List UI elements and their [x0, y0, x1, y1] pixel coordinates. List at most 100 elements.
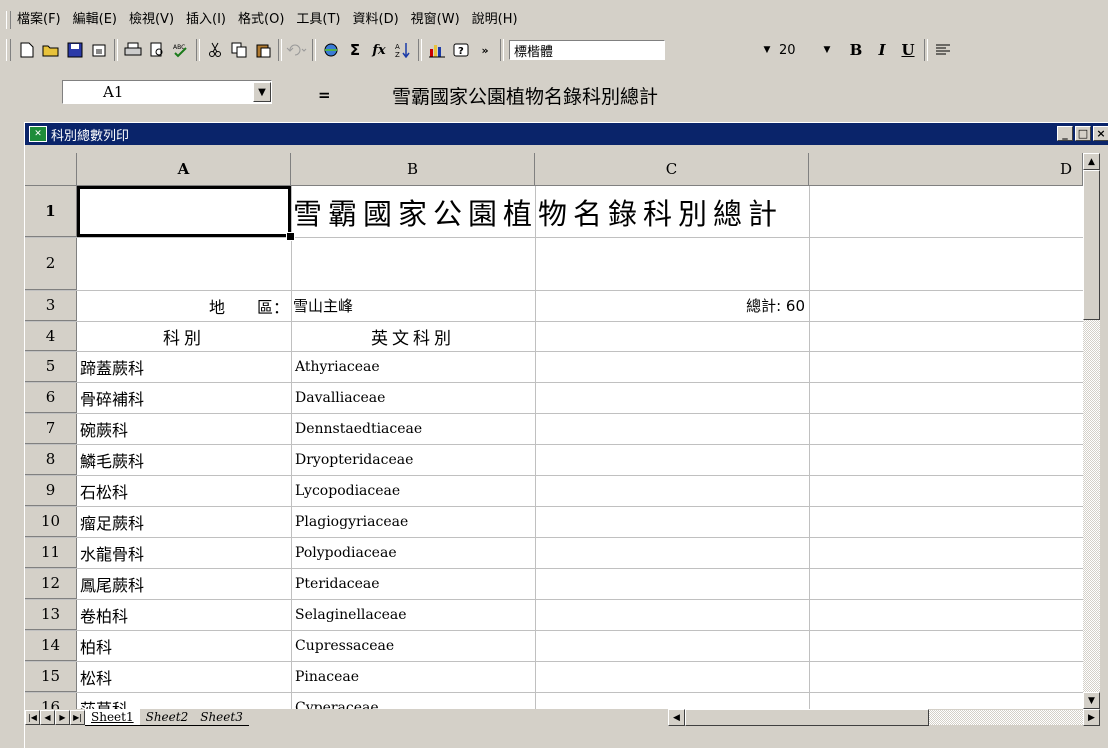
sort-ascending-icon[interactable]: AZ	[391, 38, 415, 62]
row-header[interactable]: 2	[25, 237, 77, 290]
function-icon[interactable]: fx	[367, 38, 391, 62]
cell-family-zh[interactable]: 骨碎補科	[80, 382, 290, 413]
column-header-c[interactable]: C	[535, 153, 809, 186]
row-header[interactable]: 9	[25, 475, 77, 506]
cell-family-zh[interactable]: 鳳尾蕨科	[80, 568, 290, 599]
row-header[interactable]: 5	[25, 351, 77, 382]
font-name-select[interactable]: 標楷體	[509, 40, 665, 60]
cell-b4-english-header[interactable]: 英文科別	[291, 321, 535, 351]
cell-family-zh[interactable]: 瘤足蕨科	[80, 506, 290, 537]
cell-family-zh[interactable]: 鱗毛蕨科	[80, 444, 290, 475]
cell-a3-area-label[interactable]: 地 區：	[77, 290, 291, 321]
row-header[interactable]: 8	[25, 444, 77, 475]
row-header[interactable]: 6	[25, 382, 77, 413]
cut-icon[interactable]	[203, 38, 227, 62]
column-header-d[interactable]: D	[809, 153, 1083, 186]
italic-button[interactable]: I	[869, 38, 895, 62]
worksheet-grid[interactable]: A B C D 1 2 3 4 5 6 7 8 9 10 11 12 13 14…	[25, 153, 1083, 709]
menu-window[interactable]: 視窗(W)	[405, 10, 466, 30]
cell-family-en[interactable]: Pinaceae	[295, 661, 533, 692]
fill-handle[interactable]	[286, 232, 295, 241]
font-name-dropdown-arrow[interactable]: ▼	[759, 42, 775, 58]
underline-button[interactable]: U	[895, 38, 921, 62]
scroll-down-arrow-icon[interactable]: ▼	[1083, 692, 1100, 709]
last-sheet-icon[interactable]: ▶|	[70, 710, 85, 725]
column-header-a[interactable]: A	[77, 153, 291, 186]
hyperlink-icon[interactable]	[319, 38, 343, 62]
cell-a4-family-header[interactable]: 科別	[77, 321, 291, 351]
cell-family-zh[interactable]: 蹄蓋蕨科	[80, 351, 290, 382]
menu-tools[interactable]: 工具(T)	[290, 10, 346, 30]
scroll-thumb[interactable]	[1083, 170, 1100, 320]
minimize-icon[interactable]: _	[1057, 126, 1073, 141]
next-sheet-icon[interactable]: ▶	[55, 710, 70, 725]
menu-file[interactable]: 檔案(F)	[11, 10, 67, 30]
prev-sheet-icon[interactable]: ◀	[40, 710, 55, 725]
name-box-dropdown-arrow[interactable]: ▼	[253, 82, 271, 102]
scroll-left-arrow-icon[interactable]: ◀	[668, 709, 685, 726]
more-icon[interactable]: »	[473, 38, 497, 62]
menu-data[interactable]: 資料(D)	[347, 10, 405, 30]
scroll-right-arrow-icon[interactable]: ▶	[1083, 709, 1100, 726]
cell-family-zh[interactable]: 水龍骨科	[80, 537, 290, 568]
cell-family-en[interactable]: Dryopteridaceae	[295, 444, 533, 475]
new-icon[interactable]	[15, 38, 39, 62]
help-icon[interactable]: ?	[449, 38, 473, 62]
cell-family-en[interactable]: Davalliaceae	[295, 382, 533, 413]
column-header-b[interactable]: B	[291, 153, 535, 186]
cell-family-zh[interactable]: 莎草科	[80, 692, 290, 710]
row-header[interactable]: 1	[25, 186, 77, 237]
select-all-corner[interactable]	[25, 153, 77, 186]
row-header[interactable]: 3	[25, 290, 77, 321]
open-icon[interactable]	[39, 38, 63, 62]
bold-button[interactable]: B	[843, 38, 869, 62]
close-icon[interactable]: ×	[1093, 126, 1108, 141]
print-preview-icon[interactable]	[145, 38, 169, 62]
horizontal-scrollbar[interactable]: ◀ ▶	[668, 709, 1100, 726]
row-header[interactable]: 11	[25, 537, 77, 568]
name-box[interactable]: A1 ▼	[62, 80, 272, 104]
sheet-tab-sheet3[interactable]: Sheet3	[194, 709, 249, 726]
restore-icon[interactable]: □	[1075, 126, 1091, 141]
sheet-tab-sheet1[interactable]: Sheet1	[85, 709, 140, 726]
paste-icon[interactable]	[251, 38, 275, 62]
excel-sheet-icon[interactable]: ✕	[29, 126, 47, 142]
vertical-scrollbar[interactable]: ▲ ▼	[1083, 153, 1100, 709]
first-sheet-icon[interactable]: |◀	[25, 710, 40, 725]
menu-help[interactable]: 說明(H)	[466, 10, 524, 30]
cell-family-zh[interactable]: 柏科	[80, 630, 290, 661]
font-size-dropdown-arrow[interactable]: ▼	[819, 42, 835, 58]
print-icon[interactable]	[121, 38, 145, 62]
cell-family-en[interactable]: Dennstaedtiaceae	[295, 413, 533, 444]
cell-family-en[interactable]: Athyriaceae	[295, 351, 533, 382]
menu-edit[interactable]: 編輯(E)	[67, 10, 123, 30]
cell-family-en[interactable]: Lycopodiaceae	[295, 475, 533, 506]
formula-input[interactable]: 雪霸國家公園植物名錄科別總計	[392, 82, 658, 109]
row-header[interactable]: 13	[25, 599, 77, 630]
menu-view[interactable]: 檢視(V)	[123, 10, 180, 30]
font-size-dropdown[interactable]: ▼	[819, 40, 837, 60]
row-header[interactable]: 12	[25, 568, 77, 599]
row-header[interactable]: 7	[25, 413, 77, 444]
cell-family-zh[interactable]: 松科	[80, 661, 290, 692]
cell-family-en[interactable]: Selaginellaceae	[295, 599, 533, 630]
autosum-icon[interactable]: Σ	[343, 38, 367, 62]
cell-family-zh[interactable]: 石松科	[80, 475, 290, 506]
chart-wizard-icon[interactable]	[425, 38, 449, 62]
row-header[interactable]: 16	[25, 692, 77, 709]
cell-family-zh[interactable]: 卷柏科	[80, 599, 290, 630]
spelling-icon[interactable]: ABC	[169, 38, 193, 62]
save-icon[interactable]	[63, 38, 87, 62]
row-header[interactable]: 15	[25, 661, 77, 692]
row-header[interactable]: 10	[25, 506, 77, 537]
cell-family-en[interactable]: Cupressaceae	[295, 630, 533, 661]
sheet-tab-sheet2[interactable]: Sheet2	[139, 709, 195, 726]
cell-family-en[interactable]: Cyperaceae	[295, 692, 533, 710]
undo-icon[interactable]	[285, 38, 309, 62]
row-header[interactable]: 4	[25, 321, 77, 351]
cell-family-en[interactable]: Polypodiaceae	[295, 537, 533, 568]
cell-b3-area-value[interactable]: 雪山主峰	[293, 290, 533, 321]
permission-icon[interactable]	[87, 38, 111, 62]
cell-family-en[interactable]: Plagiogyriaceae	[295, 506, 533, 537]
row-header[interactable]: 14	[25, 630, 77, 661]
